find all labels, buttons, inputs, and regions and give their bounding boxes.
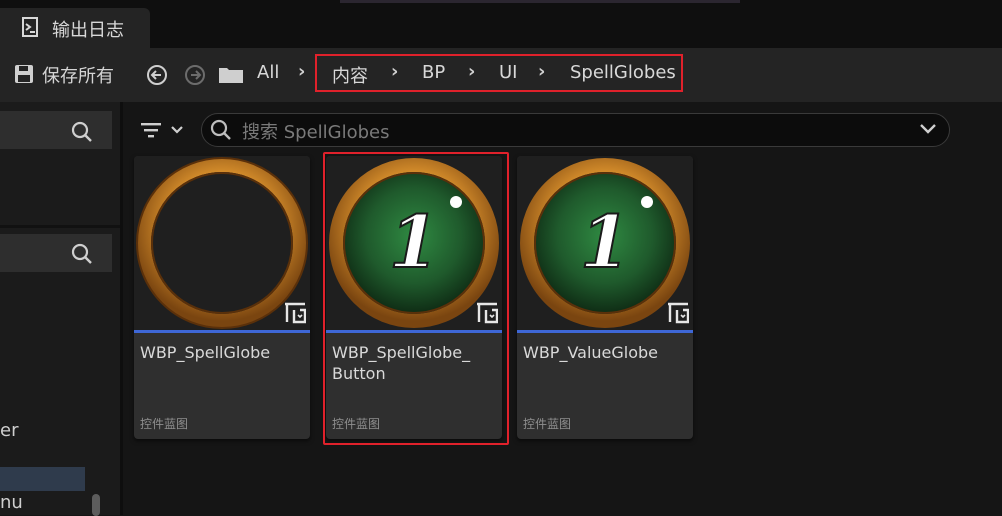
sidebar-scrollbar[interactable]: [92, 494, 100, 516]
green-globe-thumbnail: 1: [520, 158, 690, 328]
chevron-down-icon[interactable]: [918, 122, 938, 136]
search-icon[interactable]: [70, 242, 94, 266]
tab-strip: [0, 0, 1002, 48]
asset-type: 控件蓝图: [140, 417, 189, 431]
search-placeholder: 搜索 SpellGlobes: [242, 122, 390, 143]
asset-thumbnail: [134, 156, 310, 330]
sidebar-item-label[interactable]: er: [0, 420, 18, 441]
chevron-right-icon: ›: [298, 61, 306, 82]
sources-search-box[interactable]: [0, 111, 112, 149]
tab-title: 输出日志: [52, 20, 124, 41]
asset-tile-spellglobe[interactable]: WBP_SpellGlobe 控件蓝图: [134, 156, 310, 439]
asset-tile-valueglobe[interactable]: 1 WBP_ValueGlobe 控件蓝图: [517, 156, 693, 439]
svg-text:1: 1: [580, 199, 630, 284]
save-icon[interactable]: [14, 64, 34, 84]
sidebar-item-label[interactable]: nu: [0, 492, 23, 513]
save-all-button[interactable]: 保存所有: [42, 62, 114, 88]
sidebar-selected-item[interactable]: [0, 467, 85, 491]
breadcrumb-highlight: [315, 54, 683, 92]
forward-arrow-icon[interactable]: [185, 65, 205, 85]
asset-type-underline: [517, 330, 693, 333]
asset-name: WBP_ValueGlobe: [523, 343, 659, 362]
back-arrow-icon[interactable]: [147, 65, 167, 85]
golden-ring-thumbnail: [136, 157, 308, 329]
asset-type: 控件蓝图: [523, 417, 572, 431]
widget-blueprint-icon: [285, 302, 306, 324]
asset-selection-highlight: [323, 152, 509, 445]
filter-icon[interactable]: [140, 120, 188, 140]
sidebar-divider: [0, 225, 120, 228]
search-icon: [210, 119, 231, 140]
breadcrumb-all[interactable]: All: [257, 62, 279, 83]
search-icon[interactable]: [70, 120, 94, 144]
collections-search-box[interactable]: [0, 234, 112, 272]
widget-blueprint-icon: [668, 302, 689, 324]
folder-icon: [219, 68, 243, 83]
asset-thumbnail: 1: [517, 156, 693, 330]
terminal-icon: [22, 17, 38, 37]
sources-panel: [0, 102, 120, 515]
panel-splitter[interactable]: [120, 102, 123, 515]
asset-type-underline: [134, 330, 310, 333]
asset-name: WBP_SpellGlobe: [140, 343, 271, 362]
